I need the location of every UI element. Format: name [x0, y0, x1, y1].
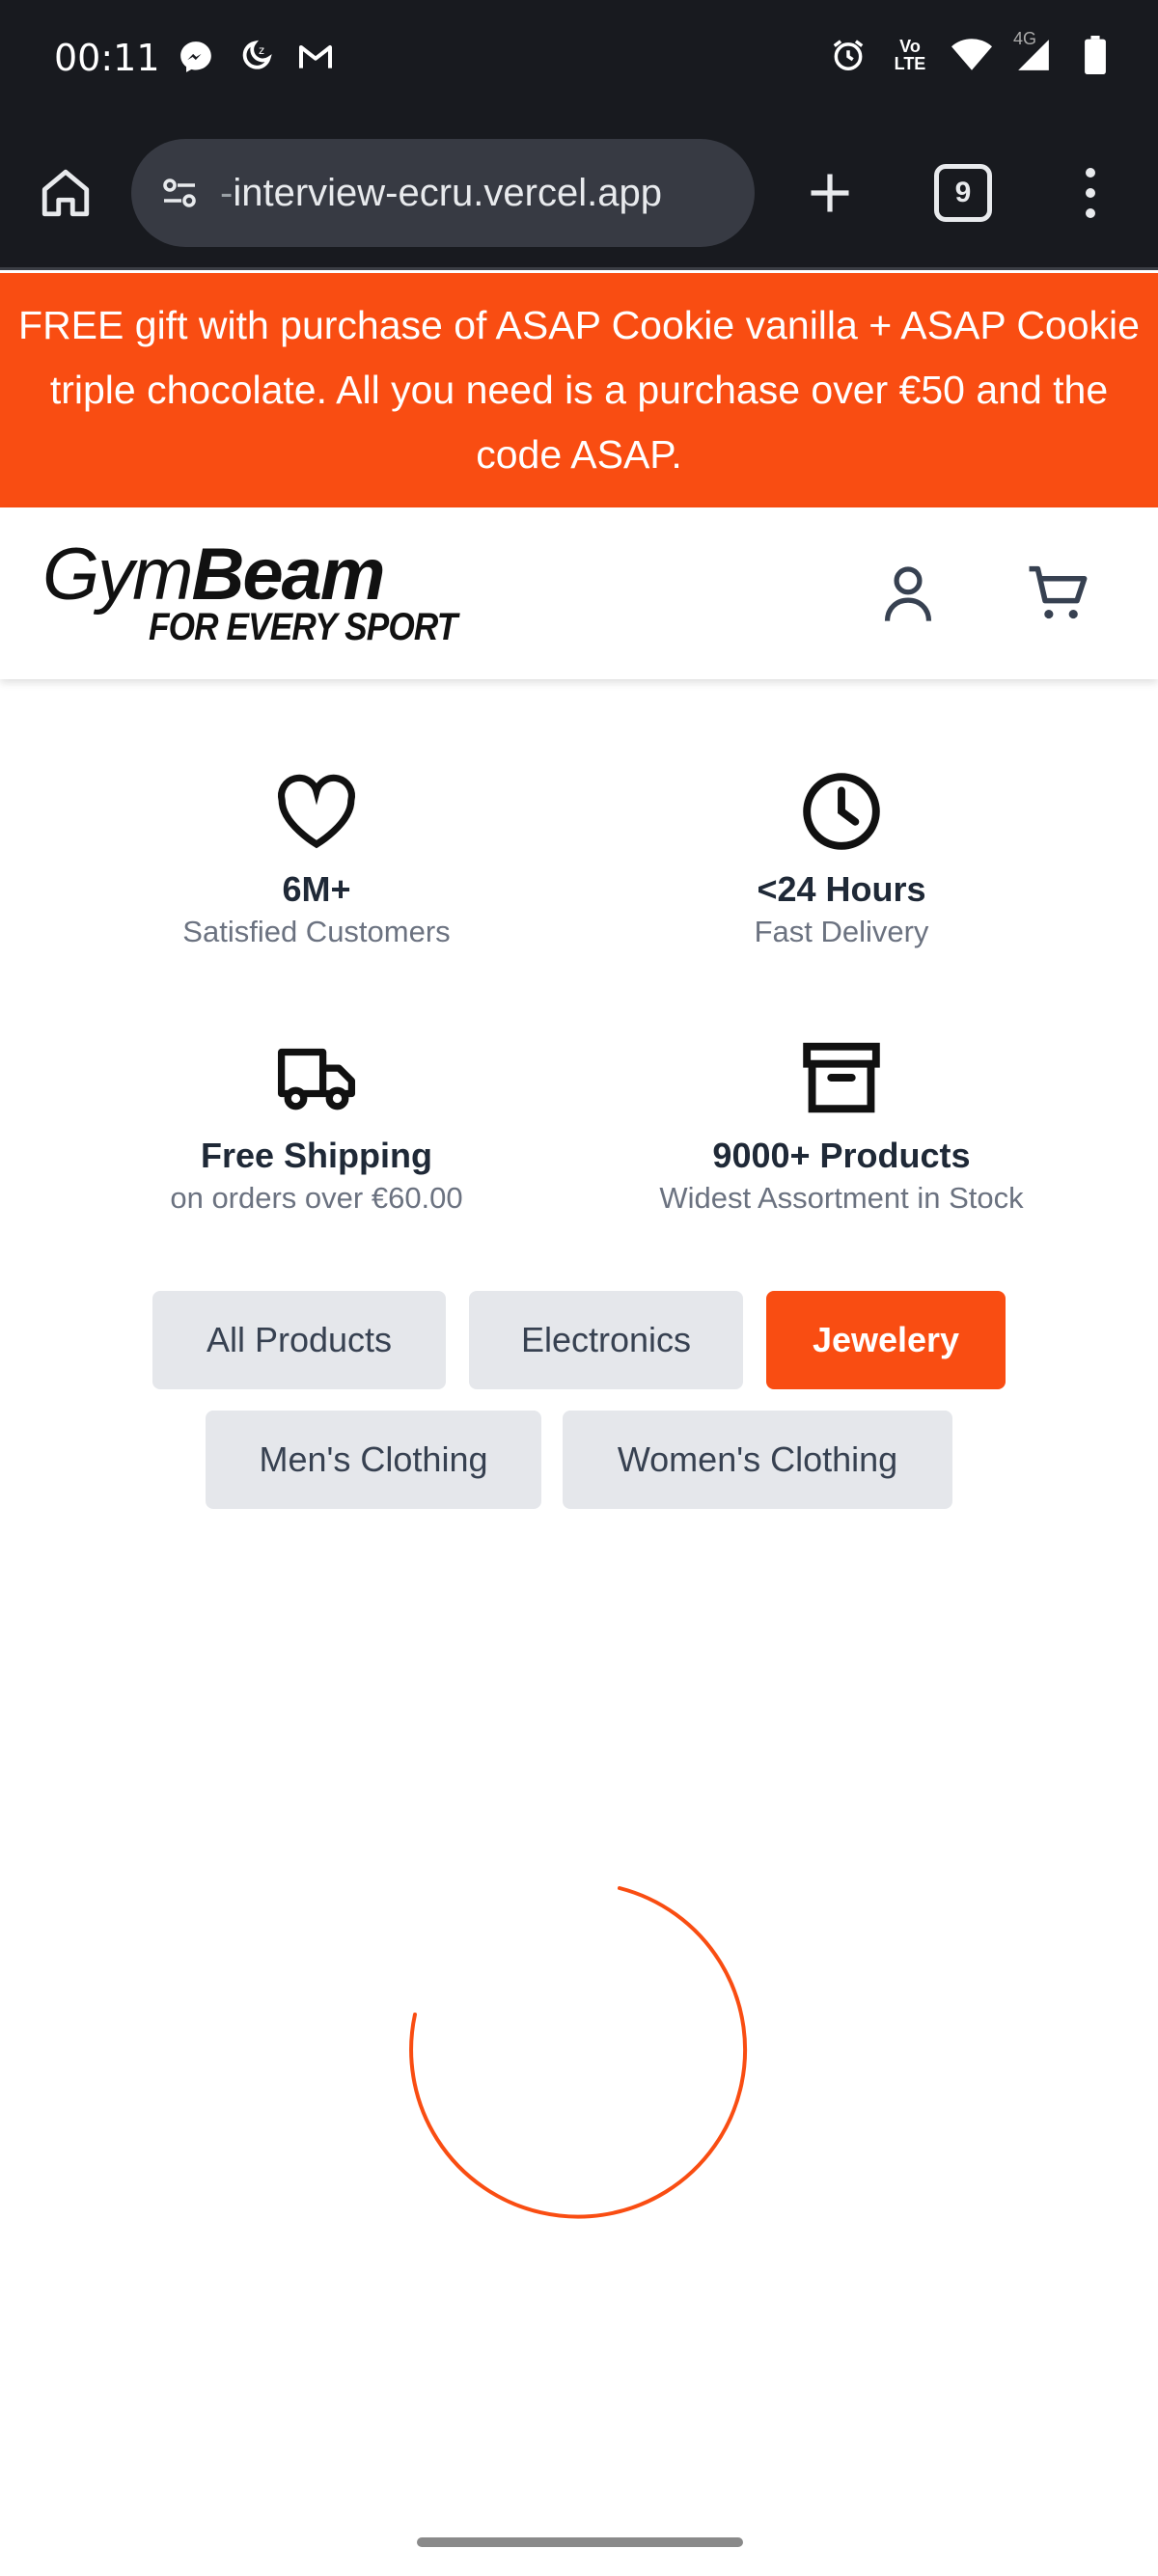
- status-bar: 00:11 z Vo LTE 4G: [0, 0, 1158, 116]
- feature-title: <24 Hours: [757, 869, 926, 909]
- notification-icons: z: [176, 37, 336, 77]
- logo-part2: Beam: [191, 534, 385, 616]
- site-header: GymBeam FOR EVERY SPORT: [0, 507, 1158, 679]
- address-bar[interactable]: -interview-ecru.vercel.app: [131, 139, 755, 247]
- user-icon: [884, 566, 932, 621]
- logo-tagline: FOR EVERY SPORT: [149, 606, 457, 648]
- network-type-label: 4G: [1013, 29, 1037, 48]
- new-tab-button[interactable]: [797, 160, 863, 226]
- category-jewelery[interactable]: Jewelery: [766, 1291, 1006, 1389]
- bedtime-icon: z: [235, 37, 276, 77]
- gymbeam-logo[interactable]: GymBeam FOR EVERY SPORT: [42, 534, 457, 652]
- gesture-navigation-bar[interactable]: [417, 2537, 743, 2547]
- menu-dot: [1086, 208, 1095, 218]
- heart-icon: [273, 768, 360, 855]
- feature-title: 9000+ Products: [712, 1136, 971, 1175]
- feature-subtitle: Satisfied Customers: [182, 915, 451, 948]
- feature-subtitle: Fast Delivery: [754, 915, 929, 948]
- logo-part1: Gym: [42, 534, 193, 616]
- promo-text: FREE gift with purchase of ASAP Cookie v…: [18, 303, 1140, 477]
- wifi-icon: [951, 35, 992, 75]
- archive-icon: [798, 1034, 885, 1121]
- system-icons: Vo LTE 4G: [828, 29, 1116, 75]
- plus-icon: [811, 174, 849, 212]
- category-electronics[interactable]: Electronics: [469, 1291, 743, 1389]
- menu-dot: [1086, 188, 1095, 198]
- tab-switcher-button[interactable]: 9: [934, 164, 992, 222]
- feature-shipping: Free Shipping on orders over €60.00: [56, 1034, 577, 1219]
- signal-icon: 4G: [1013, 29, 1054, 75]
- promo-banner: FREE gift with purchase of ASAP Cookie v…: [0, 273, 1158, 507]
- site-settings-icon[interactable]: [152, 166, 207, 220]
- account-button[interactable]: [874, 560, 942, 627]
- svg-text:z: z: [259, 44, 264, 57]
- clock-icon: [798, 768, 885, 855]
- volte-icon: Vo LTE: [894, 37, 926, 73]
- cart-icon: [1029, 565, 1088, 619]
- url-text: -interview-ecru.vercel.app: [220, 172, 662, 215]
- cart-button[interactable]: [1025, 560, 1092, 627]
- url-value: interview-ecru.vercel.app: [233, 171, 662, 214]
- messenger-icon: [176, 37, 216, 77]
- feature-subtitle: on orders over €60.00: [170, 1181, 463, 1215]
- battery-icon: [1075, 35, 1116, 75]
- browser-toolbar: -interview-ecru.vercel.app 9: [0, 116, 1158, 270]
- url-prefix: -: [220, 171, 234, 214]
- menu-dot: [1086, 168, 1095, 178]
- logo-wordmark: GymBeam: [42, 534, 385, 616]
- feature-title: 6M+: [282, 869, 351, 909]
- feature-delivery: <24 Hours Fast Delivery: [581, 768, 1102, 953]
- home-button[interactable]: [33, 160, 98, 226]
- truck-icon: [273, 1034, 360, 1121]
- feature-products: 9000+ Products Widest Assortment in Stoc…: [581, 1034, 1102, 1219]
- feature-customers: 6M+ Satisfied Customers: [56, 768, 577, 953]
- category-mens-clothing[interactable]: Men's Clothing: [206, 1411, 541, 1509]
- category-all-products[interactable]: All Products: [152, 1291, 446, 1389]
- home-icon: [41, 169, 90, 217]
- category-womens-clothing[interactable]: Women's Clothing: [563, 1411, 952, 1509]
- feature-title: Free Shipping: [200, 1136, 432, 1175]
- alarm-icon: [828, 35, 868, 75]
- status-time: 00:11: [54, 37, 160, 79]
- browser-menu-button[interactable]: [1071, 160, 1110, 226]
- loading-spinner: [409, 1886, 748, 2219]
- gmail-icon: [295, 37, 336, 77]
- feature-subtitle: Widest Assortment in Stock: [659, 1181, 1024, 1215]
